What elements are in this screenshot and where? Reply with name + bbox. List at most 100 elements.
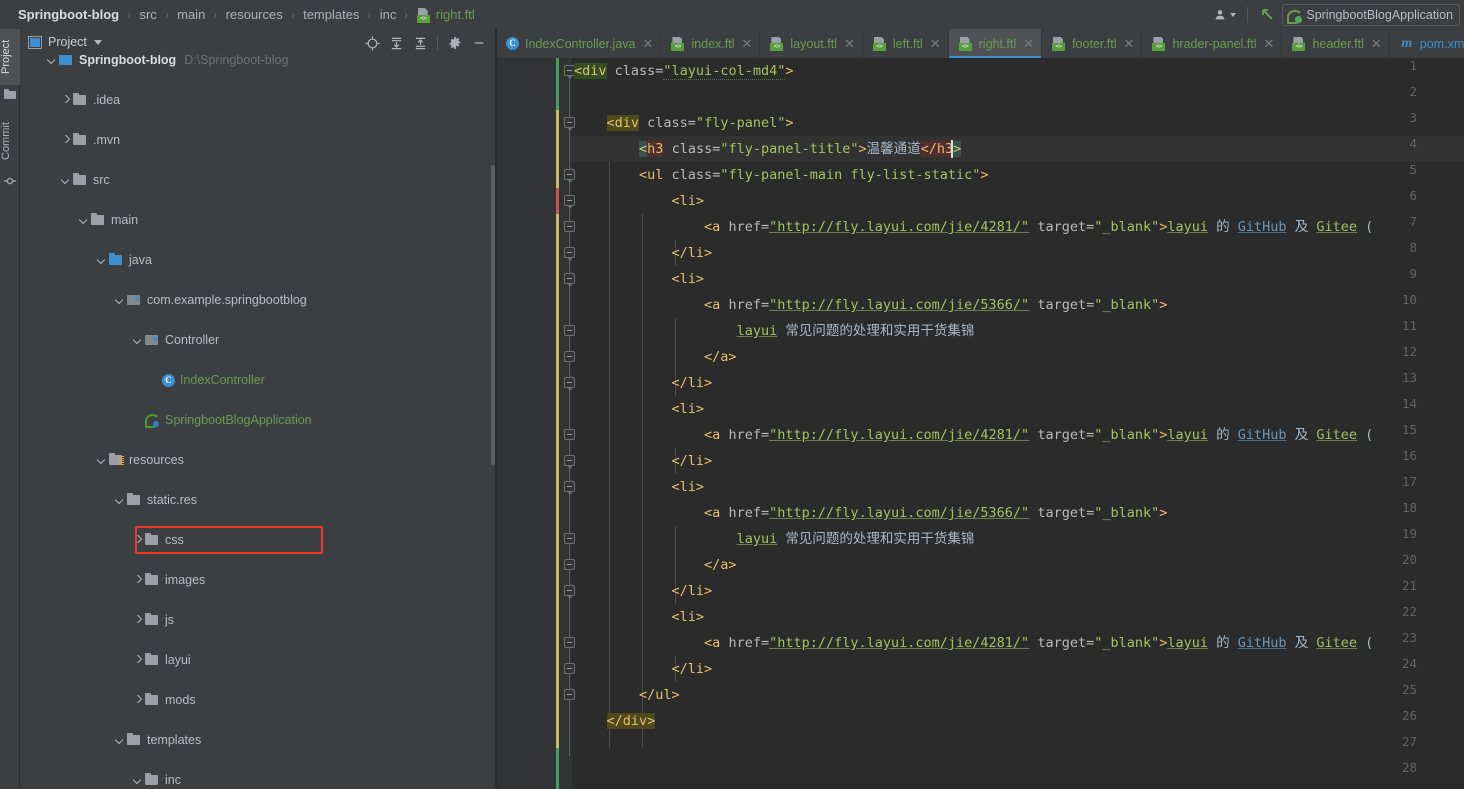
- gutter-change-marker-added[interactable]: [556, 748, 559, 789]
- editor-tab-pom-xml[interactable]: m pom.xml (: [1390, 29, 1464, 58]
- close-icon[interactable]: ✕: [642, 37, 653, 50]
- chevron-down-icon[interactable]: [132, 334, 144, 346]
- tool-window-tab-project[interactable]: Project: [0, 29, 20, 85]
- tree-item-label: resources: [129, 453, 184, 467]
- editor-tab-index-controller[interactable]: C IndexController.java ✕: [497, 29, 662, 58]
- close-icon[interactable]: ✕: [930, 37, 941, 50]
- chevron-right-icon[interactable]: [132, 574, 144, 586]
- breadcrumb: Springboot-blog › src › main › resources…: [0, 7, 477, 23]
- tree-item-main-java[interactable]: java: [20, 250, 496, 270]
- tree-item-layui[interactable]: layui: [20, 650, 496, 670]
- breadcrumb-item-root[interactable]: Springboot-blog: [16, 7, 121, 22]
- tree-item-label: .idea: [93, 93, 121, 107]
- line-number: 22: [1401, 604, 1417, 619]
- expand-all-button[interactable]: [385, 33, 407, 53]
- maven-icon: m: [1401, 35, 1413, 51]
- breadcrumb-file-label: right.ftl: [435, 7, 475, 22]
- gutter-change-marker-modified[interactable]: [556, 214, 559, 748]
- close-icon[interactable]: ✕: [1371, 37, 1382, 50]
- editor-tab-layout-ftl[interactable]: layout.ftl ✕: [760, 29, 863, 58]
- account-button[interactable]: [1208, 4, 1241, 26]
- tree-item-root[interactable]: Springboot-blog D:\Springboot-blog: [20, 55, 496, 70]
- code-line-26: </div>: [606, 713, 656, 729]
- run-configuration-selector[interactable]: SpringbootBlogApplication: [1282, 3, 1460, 26]
- tree-item-idea[interactable]: .idea: [20, 90, 496, 110]
- tree-item-package-main[interactable]: com.example.springbootblog: [20, 290, 496, 310]
- ftl-file-icon: [872, 37, 888, 51]
- chevron-right-icon[interactable]: [60, 94, 72, 106]
- chevron-down-icon[interactable]: [114, 294, 126, 306]
- gutter-change-marker-added[interactable]: [556, 58, 559, 110]
- tree-item-js[interactable]: js: [20, 610, 496, 630]
- chevron-down-icon[interactable]: [96, 254, 108, 266]
- line-number: 25: [1401, 682, 1417, 697]
- tree-item-src[interactable]: src: [20, 170, 496, 190]
- close-icon[interactable]: ✕: [741, 37, 752, 50]
- breadcrumb-item-inc[interactable]: inc: [378, 7, 399, 22]
- editor-tab-left-ftl[interactable]: left.ftl ✕: [863, 29, 949, 58]
- close-icon[interactable]: ✕: [1023, 37, 1034, 50]
- close-icon[interactable]: ✕: [1264, 37, 1275, 50]
- source-folder-icon: [108, 253, 124, 267]
- tree-item-mods[interactable]: mods: [20, 690, 496, 710]
- tree-item-main[interactable]: main: [20, 210, 496, 230]
- tree-item-index-controller[interactable]: C IndexController: [20, 370, 496, 390]
- line-number: 15: [1401, 422, 1417, 437]
- chevron-right-icon[interactable]: [132, 654, 144, 666]
- editor-tab-hrader-panel-ftl[interactable]: hrader-panel.ftl ✕: [1142, 29, 1283, 58]
- close-icon[interactable]: ✕: [844, 37, 855, 50]
- chevron-down-icon[interactable]: [60, 174, 72, 186]
- tool-window-tab-commit-label: Commit: [0, 122, 12, 160]
- breadcrumb-item-templates[interactable]: templates: [301, 7, 361, 22]
- chevron-down-icon[interactable]: [132, 774, 144, 786]
- user-icon: [1215, 9, 1225, 19]
- close-icon[interactable]: ✕: [1124, 37, 1135, 50]
- chevron-down-icon[interactable]: [93, 39, 102, 45]
- gutter-change-marker-modified[interactable]: [556, 110, 559, 188]
- tool-window-tab-commit[interactable]: Commit: [0, 114, 20, 168]
- tree-item-resources[interactable]: resources: [20, 450, 496, 470]
- breadcrumb-item-file[interactable]: right.ftl: [415, 7, 477, 23]
- chevron-right-icon[interactable]: [132, 614, 144, 626]
- editor-tab-index-ftl[interactable]: index.ftl ✕: [661, 29, 761, 58]
- folder-icon: [144, 573, 160, 587]
- collapse-all-button[interactable]: [409, 33, 431, 53]
- breadcrumb-item-resources[interactable]: resources: [224, 7, 285, 22]
- editor-tab-label: footer.ftl: [1072, 36, 1117, 51]
- editor-tab-label: right.ftl: [978, 36, 1017, 51]
- breadcrumb-item-src[interactable]: src: [137, 7, 158, 22]
- tree-item-css[interactable]: css: [20, 530, 496, 550]
- editor-tab-right-ftl[interactable]: right.ftl ✕: [948, 29, 1043, 58]
- chevron-down-icon[interactable]: [96, 454, 108, 466]
- chevron-right-icon[interactable]: [132, 694, 144, 706]
- update-project-button[interactable]: [1254, 4, 1282, 26]
- breadcrumb-item-main[interactable]: main: [175, 7, 207, 22]
- code-editor[interactable]: 1 2 3 4 5 6 7 8 9 10 11 12 13 14 15 16 1…: [497, 58, 1464, 789]
- tree-item-static-res[interactable]: static.res: [20, 490, 496, 510]
- tree-item-templates[interactable]: templates: [20, 730, 496, 750]
- editor-gutter[interactable]: [497, 58, 572, 789]
- chevron-down-icon[interactable]: [78, 214, 90, 226]
- project-tree[interactable]: Springboot-blog D:\Springboot-blog .idea…: [20, 55, 496, 789]
- editor-tab-header-ftl[interactable]: header.ftl ✕: [1282, 29, 1390, 58]
- tree-item-controller-package[interactable]: Controller: [20, 330, 496, 350]
- tree-item-images[interactable]: images: [20, 570, 496, 590]
- chevron-right-icon[interactable]: [132, 534, 144, 546]
- chevron-down-icon[interactable]: [114, 494, 126, 506]
- settings-button[interactable]: [444, 33, 466, 53]
- tree-item-inc[interactable]: inc: [20, 770, 496, 789]
- locate-file-button[interactable]: [361, 33, 383, 53]
- chevron-down-icon[interactable]: [46, 55, 58, 66]
- hide-panel-button[interactable]: [468, 33, 490, 53]
- tree-item-mvn[interactable]: .mvn: [20, 130, 496, 150]
- expand-all-icon: [391, 37, 401, 49]
- chevron-down-icon[interactable]: [114, 734, 126, 746]
- line-number: 27: [1401, 734, 1417, 749]
- line-number: 5: [1409, 162, 1417, 177]
- chevron-right-icon[interactable]: [60, 134, 72, 146]
- editor-tab-footer-ftl[interactable]: footer.ftl ✕: [1042, 29, 1143, 58]
- tree-item-spring-application[interactable]: SpringbootBlogApplication: [20, 410, 496, 430]
- package-icon: [126, 293, 142, 307]
- line-number: 12: [1401, 344, 1417, 359]
- gutter-change-marker-deleted[interactable]: [556, 188, 559, 214]
